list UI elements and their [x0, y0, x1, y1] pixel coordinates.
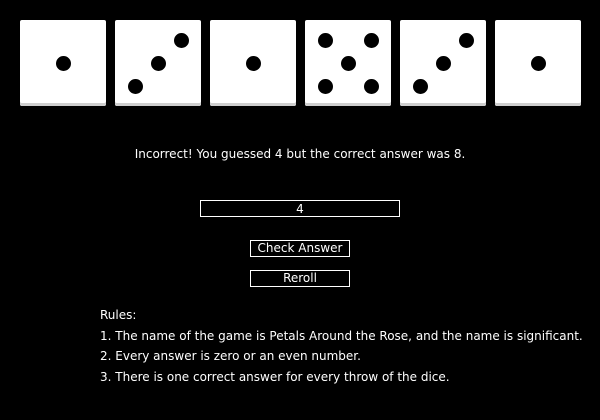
die-pip	[435, 55, 451, 71]
die-pip	[55, 55, 71, 71]
die-pip	[412, 78, 428, 94]
die-pip	[363, 78, 379, 94]
die-pip	[150, 55, 166, 71]
die-pip	[458, 32, 474, 48]
answer-input[interactable]	[200, 200, 400, 217]
die-pip	[363, 32, 379, 48]
die-1	[20, 20, 106, 106]
die-pip	[173, 32, 189, 48]
rules-title: Rules:	[100, 308, 137, 322]
reroll-button[interactable]: Reroll	[250, 270, 350, 287]
die-pip	[530, 55, 546, 71]
rules-panel: Rules: 1. The name of the game is Petals…	[100, 305, 583, 387]
rule-item-2: 2. Every answer is zero or an even numbe…	[100, 349, 361, 363]
rule-item-1: 1. The name of the game is Petals Around…	[100, 328, 583, 343]
die-pip	[340, 55, 356, 71]
die-5	[400, 20, 486, 106]
die-4	[305, 20, 391, 106]
die-pip	[245, 55, 261, 71]
die-2	[115, 20, 201, 106]
die-pip	[317, 32, 333, 48]
die-6	[495, 20, 581, 106]
die-3	[210, 20, 296, 106]
check-answer-button[interactable]: Check Answer	[250, 240, 350, 257]
result-message: Incorrect! You guessed 4 but the correct…	[134, 147, 466, 161]
game-window: Incorrect! You guessed 4 but the correct…	[0, 0, 600, 420]
die-pip	[127, 78, 143, 94]
die-pip	[317, 78, 333, 94]
dice-row	[0, 0, 600, 110]
rule-item-3: 3. There is one correct answer for every…	[100, 369, 450, 384]
